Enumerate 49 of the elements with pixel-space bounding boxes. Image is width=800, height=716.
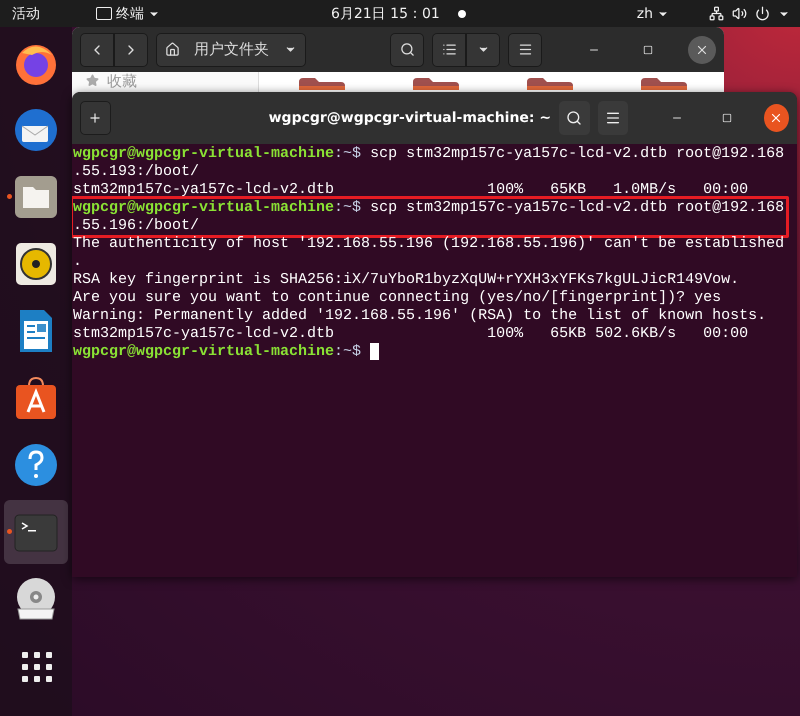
app-menu[interactable]: 终端 xyxy=(96,4,160,22)
home-icon xyxy=(165,42,180,57)
terminal-output-line: Warning: Permanently added '192.168.55.196' (RSA) to the list of known hosts. xyxy=(73,307,768,325)
menu-button[interactable] xyxy=(598,101,628,135)
terminal-output-line: RSA key fingerprint is SHA256:iX/7uYboR1byzXqUW+rYXH3xYFKs7kgULJicR149Vow. xyxy=(73,271,740,289)
notification-dot xyxy=(458,10,466,18)
terminal-output-line: .55.193:/boot/ xyxy=(73,163,200,181)
close-button[interactable] xyxy=(764,104,789,132)
terminal-output-line: Are you sure you want to continue connecting (yes/no/[fingerprint])? yes xyxy=(73,289,722,307)
location-button[interactable]: 用户文件夹 xyxy=(156,32,306,66)
terminal-output-line: stm32mp157c-ya157c-lcd-v2.dtb 100% 65KB 502.6KB/s 00:00 xyxy=(73,325,750,343)
folder-icon[interactable] xyxy=(527,78,573,90)
maximize-icon xyxy=(722,113,732,123)
mail-icon xyxy=(12,106,60,154)
sidebar-heading: 收藏 xyxy=(107,72,137,91)
star-icon xyxy=(86,74,99,87)
maximize-icon xyxy=(643,44,653,54)
search-icon xyxy=(566,110,582,126)
terminal-prompt-line: wgpcgr@wgpcgr-virtual-machine:~$ xyxy=(73,343,797,361)
terminal-icon xyxy=(96,7,112,20)
search-icon xyxy=(400,42,414,57)
window-title: wgpcgr@wgpcgr-virtual-machine: ~ xyxy=(268,110,552,126)
clock[interactable]: 6月21日 15：01 xyxy=(330,4,440,22)
folder-icon[interactable] xyxy=(413,78,459,90)
network-icon[interactable] xyxy=(709,6,724,21)
folder-icon[interactable] xyxy=(299,78,345,90)
terminal-output-line: stm32mp157c-ya157c-lcd-v2.dtb 100% 65KB 1.0MB/s 00:00 xyxy=(73,181,750,199)
help-icon xyxy=(12,441,60,489)
terminal-output-line: .55.196:/boot/ xyxy=(73,217,200,235)
menu-icon xyxy=(518,42,532,57)
terminal-output-line: The authenticity of host '192.168.55.196 (192.168.55.196)' can't be established xyxy=(73,235,786,253)
keyboard-layout-menu[interactable]: zh xyxy=(636,6,670,22)
new-tab-button[interactable] xyxy=(80,101,111,135)
search-button[interactable] xyxy=(390,32,424,66)
plus-icon xyxy=(88,111,102,125)
search-button[interactable] xyxy=(559,101,590,135)
terminal-prompt-line: wgpcgr@wgpcgr-virtual-machine:~$ scp stm32mp157c-ya157c-lcd-v2.dtb root@192.168 xyxy=(73,145,786,163)
list-view-button[interactable] xyxy=(432,32,466,66)
activities-button[interactable]: 活动 xyxy=(12,4,40,22)
close-button[interactable] xyxy=(688,36,716,64)
volume-icon[interactable] xyxy=(732,6,748,21)
list-icon xyxy=(442,42,456,57)
menu-icon xyxy=(605,110,622,126)
folder-icon xyxy=(12,173,60,221)
power-icon[interactable] xyxy=(755,6,770,21)
terminal-prompt-line: wgpcgr@wgpcgr-virtual-machine:~$ scp stm32mp157c-ya157c-lcd-v2.dtb root@192.168 xyxy=(73,199,786,217)
menu-button[interactable] xyxy=(508,32,542,66)
terminal-output-line: . xyxy=(73,253,84,271)
folder-icon[interactable] xyxy=(641,78,687,90)
